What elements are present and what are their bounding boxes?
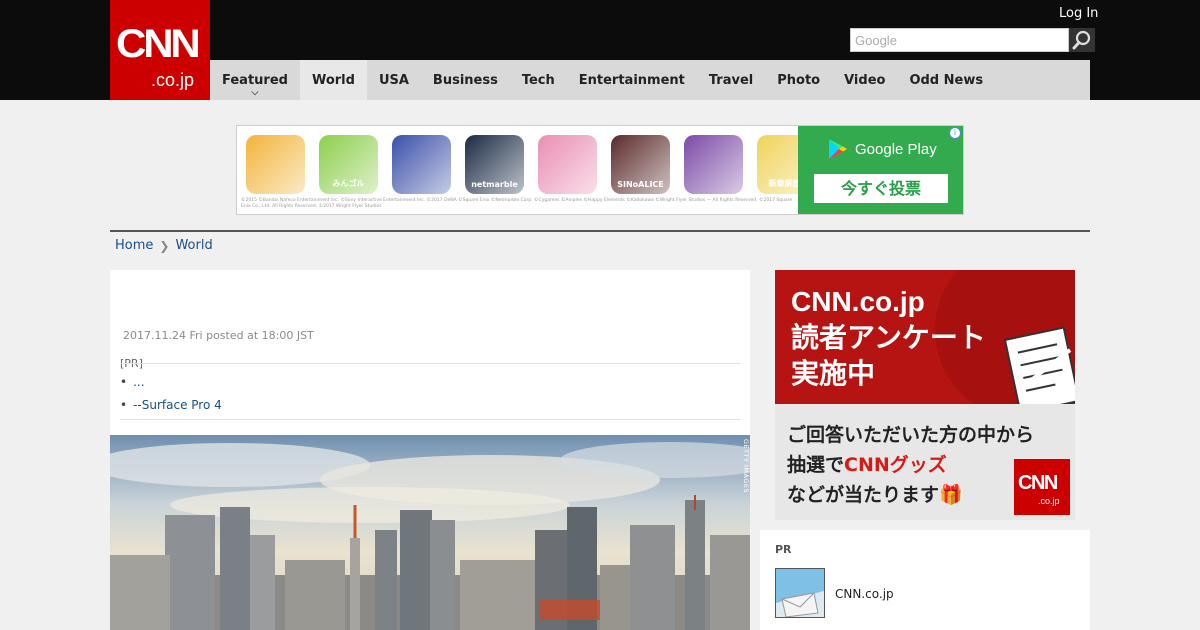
- nav-label: Odd News: [909, 72, 984, 88]
- pr-link-text: --Surface Pro 4: [133, 398, 222, 412]
- nav-label: World: [311, 72, 355, 88]
- survey-text-highlight: CNNグッズ: [844, 454, 947, 476]
- chevron-right-icon: ❯: [159, 238, 170, 253]
- nav-label: Tech: [521, 72, 555, 88]
- nav-item-travel[interactable]: Travel: [697, 60, 765, 100]
- breadcrumb-world[interactable]: World: [175, 238, 212, 253]
- nav-item-photo[interactable]: Photo: [765, 60, 832, 100]
- survey-text: ご回答いただいた方の中から 抽選でCNNグッズ などが当たります🎁: [787, 420, 1034, 510]
- photo-credit: GETTY IMAGES: [742, 439, 750, 494]
- play-store-icon: [829, 139, 847, 159]
- survey-body: ご回答いただいた方の中から 抽選でCNNグッズ などが当たります🎁 CNN .c…: [775, 404, 1075, 520]
- nav-label: Entertainment: [578, 72, 685, 88]
- nav-label: Travel: [708, 72, 754, 88]
- article-card: 2017.11.24 Fri posted at 18:00 JST [PR] …: [110, 270, 750, 630]
- top-header: CNN .co.jp Log In Featured ⌵ World USA B…: [0, 0, 1200, 100]
- pr-link[interactable]: • --Surface Pro 4: [120, 398, 222, 412]
- pr-box: PR CNN.co.jp: [760, 530, 1090, 630]
- game-icon-5: [538, 135, 597, 194]
- ad-fine-print: ©2015 ©Bandai Namco Entertainment Inc. ©…: [241, 198, 793, 209]
- mail-icon: [776, 569, 824, 617]
- game-icon-6: SINoALICE: [611, 135, 670, 194]
- nav-item-tech[interactable]: Tech: [510, 60, 567, 100]
- nav-label: Featured: [222, 72, 288, 88]
- nav-item-entertainment[interactable]: Entertainment: [567, 60, 697, 100]
- survey-title: CNN.co.jp 読者アンケート 実施中: [791, 284, 986, 392]
- search-input[interactable]: [850, 28, 1069, 52]
- breadcrumb: Home ❯ World: [115, 238, 213, 253]
- nav-item-video[interactable]: Video: [832, 60, 897, 100]
- nav-label: USA: [378, 72, 409, 88]
- survey-text-part: 抽選で: [787, 454, 845, 476]
- google-play-label: Google Play: [855, 140, 937, 158]
- search-icon: [1072, 30, 1091, 50]
- survey-banner[interactable]: CNN.co.jp 読者アンケート 実施中 ご回答いただいた方の中から 抽選でC…: [775, 270, 1075, 520]
- breadcrumb-divider: [110, 230, 1090, 232]
- nav-item-business[interactable]: Business: [421, 60, 510, 100]
- nav-item-odd-news[interactable]: Odd News: [897, 60, 995, 100]
- breadcrumb-home[interactable]: Home: [115, 238, 153, 253]
- main-nav: Featured ⌵ World USA Business Tech Enter…: [210, 60, 1090, 100]
- cnn-logo[interactable]: CNN .co.jp: [110, 0, 210, 100]
- ad-icon-label: SINoALICE: [617, 180, 664, 189]
- survey-text-line: などが当たります: [787, 484, 940, 506]
- survey-title-line: 実施中: [791, 358, 876, 389]
- survey-title-line: CNN.co.jp: [791, 286, 925, 317]
- search-button[interactable]: [1069, 28, 1095, 52]
- ad-app-icons: みんゴル netmarble SINoALICE 新章解放!: [246, 135, 816, 194]
- ad-cta-panel[interactable]: Google Play 今すぐ投票: [798, 126, 963, 214]
- article-date: 2017.11.24 Fri posted at 18:00 JST: [123, 329, 314, 342]
- game-icon-2: みんゴル: [319, 135, 378, 194]
- pr-link[interactable]: •...: [120, 375, 145, 389]
- vote-now-button[interactable]: 今すぐ投票: [814, 174, 948, 203]
- nav-label: Photo: [777, 72, 821, 88]
- game-icon-7: [684, 135, 743, 194]
- nav-label: Business: [432, 72, 498, 88]
- ad-icon-label: netmarble: [471, 180, 518, 189]
- pr-label: PR: [775, 543, 792, 556]
- chevron-down-icon: ⌵: [251, 88, 259, 98]
- login-link[interactable]: Log In: [1059, 6, 1098, 21]
- survey-logo-subtext: .co.jp: [1038, 496, 1060, 506]
- pr-thumbnail[interactable]: [775, 568, 825, 618]
- ad-info-icon[interactable]: i: [949, 127, 961, 139]
- game-icon-4: netmarble: [465, 135, 524, 194]
- nav-item-usa[interactable]: USA: [367, 60, 421, 100]
- survey-text-line: ご回答いただいた方の中から: [787, 424, 1035, 446]
- pr-link-text: ...: [133, 375, 145, 389]
- article-photo: GETTY IMAGES: [110, 435, 750, 630]
- pr-site-link[interactable]: CNN.co.jp: [835, 587, 894, 601]
- google-play-badge: Google Play: [828, 138, 937, 160]
- pr-divider: [120, 363, 740, 364]
- gift-icon: 🎁: [939, 484, 963, 506]
- nav-item-featured[interactable]: Featured ⌵: [210, 60, 300, 100]
- survey-logo-text: CNN: [1018, 472, 1058, 494]
- ad-icon-label: みんゴル: [332, 179, 365, 188]
- logo-subtext: .co.jp: [151, 70, 195, 90]
- game-icon-3: [392, 135, 451, 194]
- nav-item-world[interactable]: World: [299, 60, 367, 100]
- pr-divider: [120, 419, 740, 420]
- survey-header: CNN.co.jp 読者アンケート 実施中: [775, 270, 1075, 404]
- ad-banner[interactable]: みんゴル netmarble SINoALICE 新章解放! ©2015 ©Banda…: [236, 125, 964, 215]
- survey-cnn-logo: CNN .co.jp: [1014, 459, 1070, 515]
- logo-text: CNN: [116, 22, 201, 66]
- survey-title-line: 読者アンケート: [791, 322, 986, 353]
- game-icon-1: [246, 135, 305, 194]
- nav-label: Video: [844, 72, 886, 88]
